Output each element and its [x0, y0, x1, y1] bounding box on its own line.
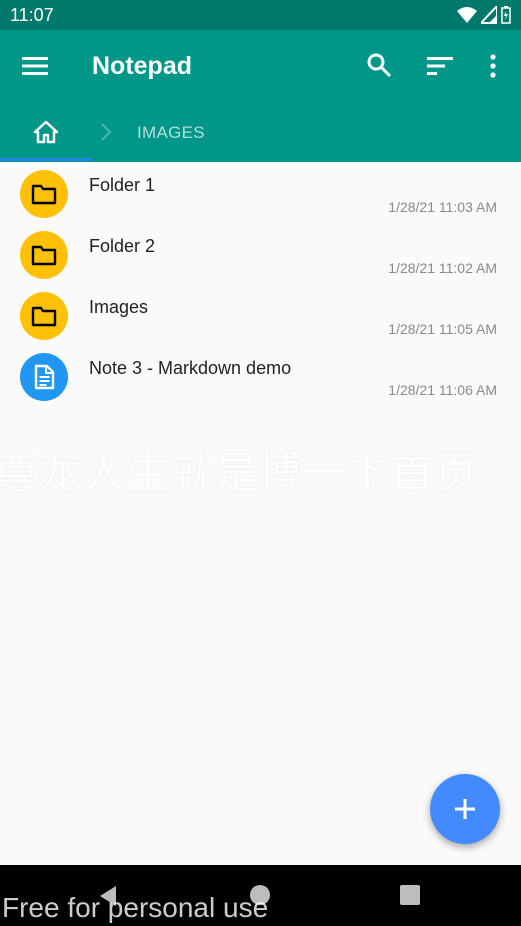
home-icon[interactable] [33, 120, 59, 144]
note-icon [20, 353, 68, 401]
menu-icon[interactable] [22, 54, 48, 78]
chevron-right-icon [101, 123, 112, 141]
list-item-note-3[interactable]: Note 3 - Markdown demo 1/28/21 11:06 AM [0, 345, 521, 406]
status-time: 11:07 [10, 5, 54, 25]
wifi-icon [457, 7, 477, 23]
list-item-folder-2[interactable]: Folder 2 1/28/21 11:02 AM [0, 223, 521, 284]
item-date: 1/28/21 11:03 AM [388, 199, 497, 215]
recent-apps-icon[interactable] [400, 885, 420, 905]
list-item-images[interactable]: Images 1/28/21 11:05 AM [0, 284, 521, 345]
item-date: 1/28/21 11:06 AM [388, 382, 497, 398]
footer-watermark: Free for personal use [2, 892, 269, 923]
file-list: Folder 1 1/28/21 11:03 AM Folder 2 1/28/… [0, 162, 521, 406]
item-date: 1/28/21 11:05 AM [388, 321, 497, 337]
sort-icon[interactable] [427, 55, 453, 77]
item-name: Images [89, 297, 149, 317]
status-bar: 11:07 [0, 0, 521, 30]
folder-icon [20, 292, 68, 340]
battery-icon [501, 6, 511, 24]
app-title: Notepad [92, 52, 192, 80]
folder-icon [20, 170, 68, 218]
tab-indicator [0, 158, 92, 161]
path-bar: IMAGES [0, 102, 521, 162]
status-icons [457, 6, 511, 24]
list-item-folder-1[interactable]: Folder 1 1/28/21 11:03 AM [0, 162, 521, 223]
watermark-text: 尊龙人生就是博一下首页 [0, 448, 478, 499]
more-vert-icon[interactable] [489, 54, 497, 78]
app-bar: Notepad [0, 30, 521, 102]
breadcrumb-images[interactable]: IMAGES [137, 123, 205, 143]
add-icon [455, 799, 475, 819]
add-button[interactable] [430, 774, 500, 844]
search-icon[interactable] [366, 52, 392, 78]
signal-icon [481, 6, 497, 24]
item-name: Folder 1 [89, 175, 156, 195]
item-date: 1/28/21 11:02 AM [388, 260, 497, 276]
item-name: Note 3 - Markdown demo [89, 358, 292, 378]
item-name: Folder 2 [89, 236, 156, 256]
folder-icon [20, 231, 68, 279]
